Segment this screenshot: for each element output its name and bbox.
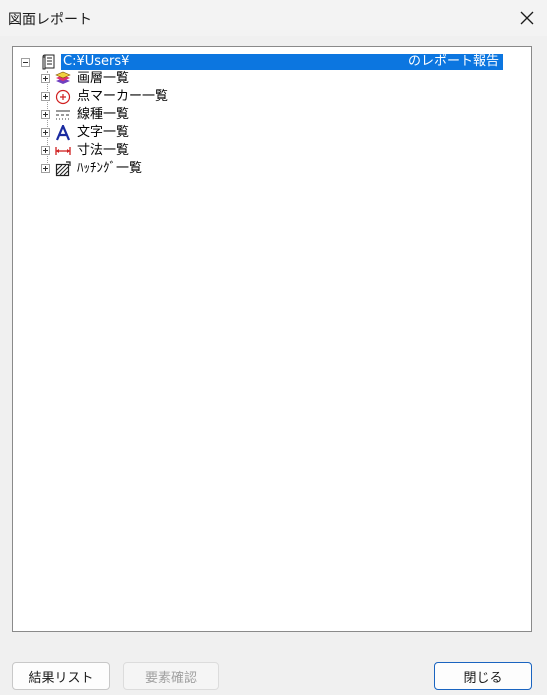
expand-toggle[interactable] <box>41 110 50 119</box>
result-list-button[interactable]: 結果リスト <box>12 662 110 690</box>
tree-item-label: ﾊｯﾁﾝｸﾞ一覧 <box>77 161 143 176</box>
tree-item-label: 線種一覧 <box>77 107 130 122</box>
close-icon <box>520 11 534 25</box>
close-button[interactable]: 閉じる <box>434 662 532 690</box>
dimension-icon <box>55 147 71 155</box>
title-bar: 図面レポート <box>0 0 547 36</box>
report-document-icon <box>42 54 55 70</box>
expand-toggle[interactable] <box>41 146 50 155</box>
hatching-icon <box>55 161 71 177</box>
layer-icon <box>55 71 71 84</box>
element-check-button[interactable]: 要素確認 <box>123 662 219 690</box>
tree-item-label: 点マーカー一覧 <box>77 89 169 104</box>
root-path: C:¥Users¥ <box>63 54 130 69</box>
tree-item-label: 寸法一覧 <box>77 143 130 158</box>
expand-toggle[interactable] <box>41 128 50 137</box>
linetype-icon <box>56 110 70 120</box>
tree-root-label[interactable]: C:¥Users¥ のレポート報告 <box>61 54 503 70</box>
root-suffix: のレポート報告 <box>407 54 499 69</box>
expand-toggle[interactable] <box>41 74 50 83</box>
close-window-button[interactable] <box>515 6 539 30</box>
report-tree-view[interactable]: C:¥Users¥ のレポート報告 画層一覧 点マーカー一覧 線種一覧 文字一覧… <box>12 46 532 632</box>
window-title: 図面レポート <box>8 12 92 28</box>
expand-toggle[interactable] <box>41 164 50 173</box>
collapse-toggle[interactable] <box>21 58 30 67</box>
tree-item-label: 画層一覧 <box>77 71 130 86</box>
tree-item-label: 文字一覧 <box>77 125 130 140</box>
expand-toggle[interactable] <box>41 92 50 101</box>
point-marker-icon <box>55 89 71 105</box>
text-icon <box>55 125 71 141</box>
